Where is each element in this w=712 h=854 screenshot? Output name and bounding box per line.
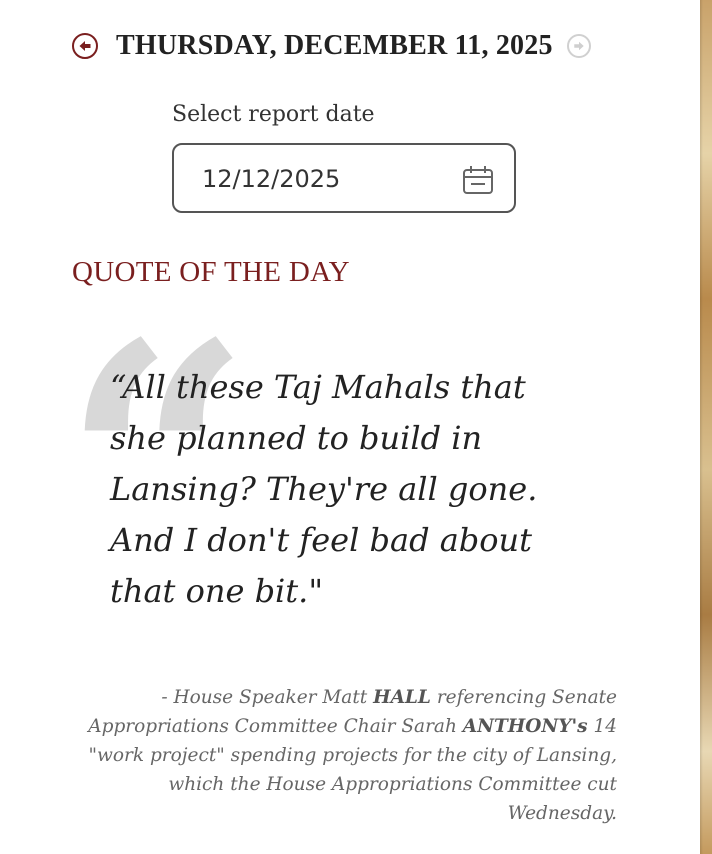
background-image-edge	[700, 0, 712, 854]
quote-text: “All these Taj Mahals that she planned t…	[110, 368, 538, 610]
report-date-title: THURSDAY, DECEMBER 11, 2025	[116, 30, 553, 61]
next-day-button[interactable]	[566, 34, 591, 58]
quote-attribution: - House Speaker Matt HALL referencing Se…	[80, 683, 617, 828]
report-panel: THURSDAY, DECEMBER 11, 2025 Select repor…	[0, 0, 700, 854]
date-navigation: THURSDAY, DECEMBER 11, 2025	[72, 30, 591, 62]
calendar-icon[interactable]	[462, 165, 494, 199]
arrow-left-circle-icon	[78, 39, 92, 53]
previous-day-button[interactable]	[72, 33, 98, 59]
attribution-name1: HALL	[373, 687, 431, 708]
attribution-part1: - House Speaker Matt	[161, 687, 374, 708]
report-date-value: 12/12/2025	[202, 165, 341, 193]
arrow-right-circle-icon	[573, 40, 585, 52]
attribution-name2: ANTHONY's	[462, 716, 588, 737]
report-date-label: Select report date	[172, 102, 375, 127]
report-date-input[interactable]: 12/12/2025	[172, 143, 516, 213]
